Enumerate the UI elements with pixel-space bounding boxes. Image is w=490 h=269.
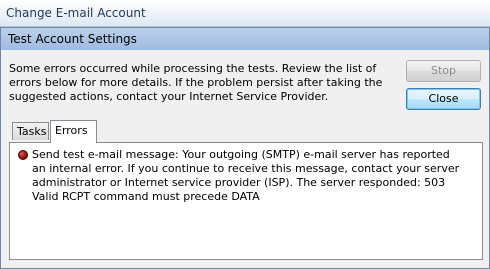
window-titlebar[interactable]: Change E-mail Account bbox=[0, 0, 490, 27]
stop-button[interactable]: Stop bbox=[406, 60, 481, 82]
tab-errors[interactable]: Errors bbox=[50, 120, 97, 143]
tab-tasks[interactable]: Tasks bbox=[12, 122, 49, 140]
test-account-settings-dialog: Test Account Settings Some errors occurr… bbox=[0, 27, 490, 269]
window-title: Change E-mail Account bbox=[6, 6, 146, 20]
dialog-title: Test Account Settings bbox=[8, 32, 137, 46]
error-message: Send test e-mail message: Your outgoing … bbox=[32, 148, 460, 203]
close-button[interactable]: Close bbox=[406, 88, 481, 110]
dialog-titlebar[interactable]: Test Account Settings bbox=[1, 28, 489, 50]
errors-panel: Send test e-mail message: Your outgoing … bbox=[9, 142, 483, 260]
error-icon bbox=[18, 150, 28, 160]
status-message: Some errors occurred while processing th… bbox=[9, 62, 383, 103]
